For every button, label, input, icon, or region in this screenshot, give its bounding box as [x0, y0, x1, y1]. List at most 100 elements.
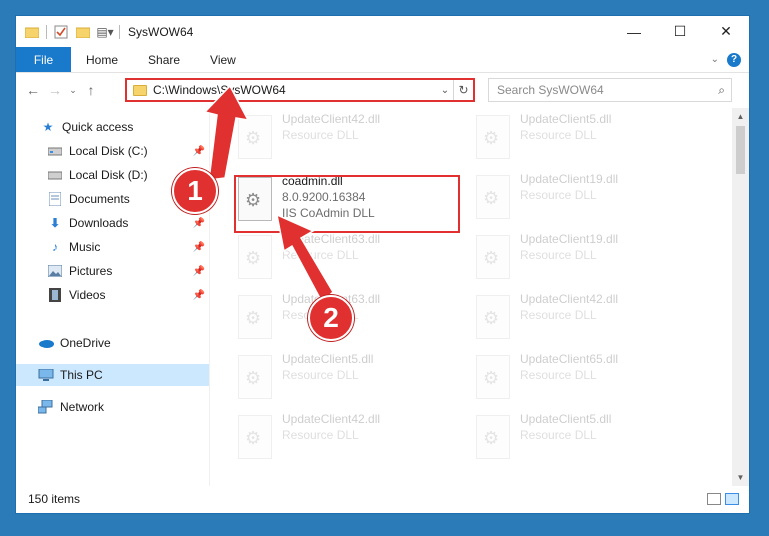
- file-item[interactable]: UpdateClient5.dll Resource DLL: [238, 352, 458, 408]
- file-description: Resource DLL: [520, 368, 597, 382]
- sidebar-item-onedrive[interactable]: OneDrive: [16, 332, 209, 354]
- cloud-icon: [38, 335, 54, 351]
- dll-file-icon: [238, 295, 272, 339]
- scroll-thumb[interactable]: [736, 126, 745, 174]
- star-icon: ★: [42, 120, 54, 134]
- file-list: UpdateClient42.dll Resource DLL UpdateCli…: [226, 112, 726, 486]
- expand-ribbon-icon[interactable]: ⌄: [711, 54, 719, 65]
- file-item[interactable]: UpdateClient63.dll Resource DLL: [238, 232, 458, 288]
- toolbar-divider: [119, 24, 120, 39]
- help-icon[interactable]: ?: [727, 52, 741, 67]
- dll-file-icon: [476, 295, 510, 339]
- sidebar-item-label: Downloads: [69, 216, 129, 230]
- chevron-down-icon[interactable]: ⌄: [437, 85, 453, 96]
- properties-icon[interactable]: [53, 24, 69, 40]
- dll-file-icon: [238, 355, 272, 399]
- sidebar-item-pictures[interactable]: Pictures 📌: [16, 260, 209, 282]
- up-arrow-icon[interactable]: ↑: [80, 79, 102, 101]
- music-icon: ♪: [52, 240, 58, 254]
- highlight-box-coadmin: [234, 175, 460, 233]
- sidebar-item-music[interactable]: ♪ Music 📌: [16, 236, 209, 258]
- file-name: UpdateClient5.dll: [520, 412, 612, 426]
- search-input[interactable]: Search SysWOW64 ⌕: [488, 78, 732, 102]
- sidebar-item-label: Local Disk (C:): [69, 144, 148, 158]
- pin-icon[interactable]: 📌: [193, 266, 205, 277]
- maximize-button[interactable]: ☐: [657, 16, 703, 47]
- search-placeholder: Search SysWOW64: [497, 83, 604, 97]
- tab-home[interactable]: Home: [71, 47, 133, 72]
- file-description: Resource DLL: [520, 308, 597, 322]
- sidebar-item-label: OneDrive: [60, 336, 111, 350]
- address-row: ← → ⌄ ↑ C:\Windows\SysWOW64 ⌄ ↻ Search S…: [16, 77, 749, 103]
- sidebar-item-label: Documents: [69, 192, 130, 206]
- file-name: UpdateClient19.dll: [520, 232, 619, 246]
- file-item[interactable]: UpdateClient5.dll Resource DLL: [476, 412, 696, 468]
- drive-icon: [47, 167, 63, 183]
- sidebar-item-label: Local Disk (D:): [69, 168, 148, 182]
- large-icons-view-icon[interactable]: [725, 493, 739, 505]
- tab-share[interactable]: Share: [133, 47, 195, 72]
- window-controls: — ☐ ✕: [611, 16, 749, 47]
- tab-file[interactable]: File: [16, 47, 71, 72]
- title-bar: ▤▾ SysWOW64 — ☐ ✕: [16, 16, 749, 47]
- file-description: Resource DLL: [520, 128, 597, 142]
- file-item[interactable]: UpdateClient19.dll Resource DLL: [476, 172, 696, 228]
- sidebar-item-local-disk-c[interactable]: Local Disk (C:) 📌: [16, 140, 209, 162]
- address-bar[interactable]: C:\Windows\SysWOW64 ⌄ ↻: [125, 78, 475, 102]
- documents-icon: [47, 191, 63, 207]
- dll-file-icon: [476, 415, 510, 459]
- file-description: Resource DLL: [520, 248, 597, 262]
- tab-view[interactable]: View: [195, 47, 251, 72]
- file-item[interactable]: UpdateClient19.dll Resource DLL: [476, 232, 696, 288]
- file-name: UpdateClient5.dll: [282, 352, 374, 366]
- file-name: UpdateClient42.dll: [282, 112, 381, 126]
- pin-icon[interactable]: 📌: [193, 218, 205, 229]
- vertical-scrollbar[interactable]: ▲ ▼: [732, 108, 749, 486]
- file-item[interactable]: UpdateClient42.dll Resource DLL: [238, 412, 458, 468]
- forward-arrow-icon[interactable]: →: [44, 79, 66, 101]
- close-button[interactable]: ✕: [703, 16, 749, 47]
- navigation-pane: ★ Quick access Local Disk (C:) 📌 Local D…: [16, 112, 209, 486]
- step-marker-1: 1: [172, 168, 218, 214]
- file-item[interactable]: UpdateClient5.dll Resource DLL: [476, 112, 696, 168]
- pin-icon[interactable]: 📌: [193, 290, 205, 301]
- sidebar-item-quick-access[interactable]: ★ Quick access: [16, 116, 209, 138]
- ribbon-right: ⌄ ?: [711, 47, 749, 72]
- minimize-button[interactable]: —: [611, 16, 657, 47]
- file-description: Resource DLL: [282, 428, 359, 442]
- drive-icon: [47, 143, 63, 159]
- details-view-icon[interactable]: [707, 493, 721, 505]
- sidebar-item-downloads[interactable]: ⬇ Downloads 📌: [16, 212, 209, 234]
- folder-icon: [24, 24, 40, 40]
- refresh-icon[interactable]: ↻: [453, 80, 473, 100]
- pin-icon[interactable]: 📌: [193, 242, 205, 253]
- file-name: UpdateClient63.dll: [282, 232, 381, 246]
- pin-icon[interactable]: 📌: [193, 146, 205, 157]
- search-icon[interactable]: ⌕: [718, 83, 725, 98]
- file-item[interactable]: UpdateClient42.dll Resource DLL: [238, 112, 458, 168]
- file-item[interactable]: UpdateClient65.dll Resource DLL: [476, 352, 696, 408]
- sidebar-item-label: This PC: [60, 368, 103, 382]
- toolbar-divider: [46, 24, 47, 39]
- file-explorer-window: ▤▾ SysWOW64 — ☐ ✕ File Home Share View ⌄…: [15, 15, 750, 514]
- sidebar-item-network[interactable]: Network: [16, 396, 209, 418]
- sidebar-item-label: Quick access: [62, 120, 134, 134]
- quick-access-toolbar: ▤▾: [16, 24, 120, 40]
- dll-file-icon: [238, 415, 272, 459]
- sidebar-item-label: Music: [69, 240, 101, 254]
- back-arrow-icon[interactable]: ←: [22, 79, 44, 101]
- customize-toolbar-icon[interactable]: ▤▾: [96, 24, 113, 40]
- file-item[interactable]: UpdateClient42.dll Resource DLL: [476, 292, 696, 348]
- pictures-icon: [47, 263, 63, 279]
- recent-locations-icon[interactable]: ⌄: [66, 79, 80, 101]
- sidebar-item-videos[interactable]: Videos 📌: [16, 284, 209, 306]
- scroll-up-icon[interactable]: ▲: [732, 108, 749, 125]
- pane-divider: [209, 112, 210, 486]
- sidebar-item-label: Pictures: [69, 264, 113, 278]
- new-folder-icon[interactable]: [75, 24, 91, 40]
- address-path[interactable]: C:\Windows\SysWOW64: [153, 83, 437, 97]
- status-bar: 150 items: [16, 485, 749, 513]
- sidebar-item-label: Network: [60, 400, 105, 414]
- sidebar-item-this-pc[interactable]: This PC: [16, 364, 209, 386]
- scroll-down-icon[interactable]: ▼: [732, 469, 749, 486]
